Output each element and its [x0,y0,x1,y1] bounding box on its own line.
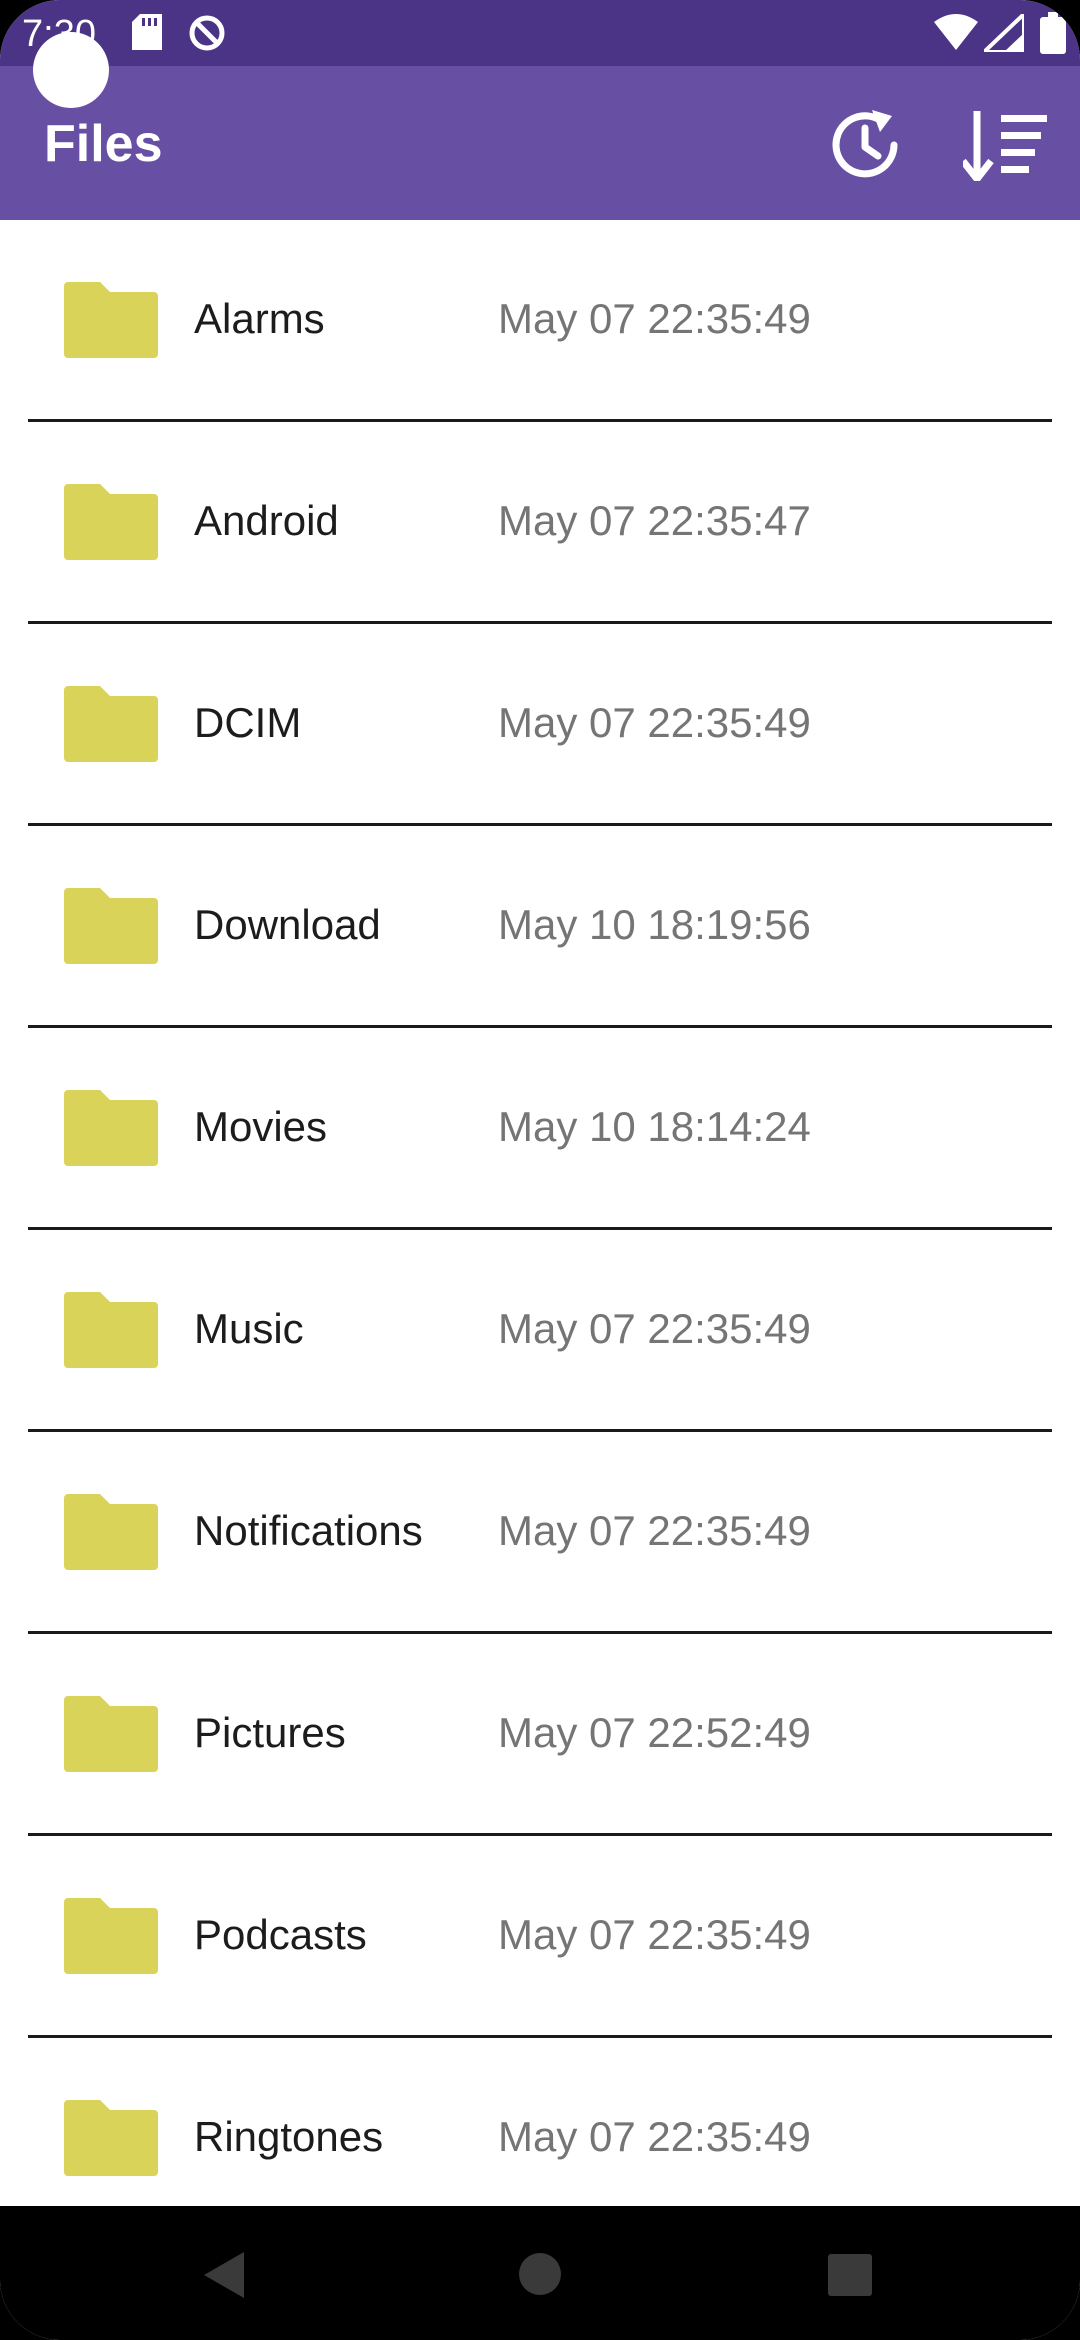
file-name: DCIM [194,699,302,746]
file-name: Download [194,901,381,948]
list-item[interactable]: Alarms May 07 22:35:49 [0,220,1080,422]
folder-icon [64,1494,158,1570]
file-date: May 07 22:35:47 [498,497,811,544]
recents-icon[interactable] [828,2254,872,2301]
folder-icon [64,1898,158,1974]
page-title: Files [44,115,163,173]
file-date: May 07 22:35:49 [498,2113,811,2160]
list-item[interactable]: Music May 07 22:35:49 [0,1230,1080,1432]
folder-icon [64,1090,158,1166]
sd-card-icon [132,14,162,55]
screen: 7:30 [0,0,1080,2340]
file-name: Alarms [194,295,325,342]
folder-icon [64,1696,158,1772]
folder-icon [64,686,158,762]
app-bar: Files [0,66,1080,220]
sort-button[interactable] [958,102,1054,192]
file-date: May 07 22:35:49 [498,1507,811,1554]
floating-bubble[interactable] [33,32,109,108]
list-item[interactable]: Notifications May 07 22:35:49 [0,1432,1080,1634]
sort-icon [960,109,1049,186]
file-name: Podcasts [194,1911,367,1958]
file-name: Android [194,497,339,544]
list-item[interactable]: Android May 07 22:35:47 [0,422,1080,624]
list-item[interactable]: DCIM May 07 22:35:49 [0,624,1080,826]
file-date: May 07 22:52:49 [498,1709,811,1756]
file-date: May 10 18:14:24 [498,1103,811,1150]
signal-icon [978,9,1026,57]
history-button[interactable] [820,102,910,192]
battery-icon [1040,12,1066,59]
history-icon [826,106,904,189]
file-list: Alarms May 07 22:35:49 Android May 07 22… [0,220,1080,2240]
back-icon[interactable] [200,2250,246,2305]
file-date: May 07 22:35:49 [498,699,811,746]
file-name: Ringtones [194,2113,384,2160]
list-item[interactable]: Pictures May 07 22:52:49 [0,1634,1080,1836]
list-item[interactable]: Movies May 10 18:14:24 [0,1028,1080,1230]
file-name: Music [194,1305,304,1352]
folder-icon [64,2100,158,2176]
file-date: May 07 22:35:49 [498,1911,811,1958]
folder-icon [64,484,158,560]
file-date: May 07 22:35:49 [498,295,811,342]
list-item[interactable]: Podcasts May 07 22:35:49 [0,1836,1080,2038]
dnd-icon [188,14,226,57]
file-name: Movies [194,1103,328,1150]
file-name: Pictures [194,1709,346,1756]
file-date: May 10 18:19:56 [498,901,811,948]
nav-bar [0,2206,1080,2340]
file-date: May 07 22:35:49 [498,1305,811,1352]
wifi-icon [934,14,978,55]
folder-icon [64,888,158,964]
home-icon[interactable] [518,2252,562,2301]
file-name: Notifications [194,1507,423,1554]
status-bar: 7:30 [0,0,1080,66]
folder-icon [64,1292,158,1368]
list-item[interactable]: Download May 10 18:19:56 [0,826,1080,1028]
folder-icon [64,282,158,358]
